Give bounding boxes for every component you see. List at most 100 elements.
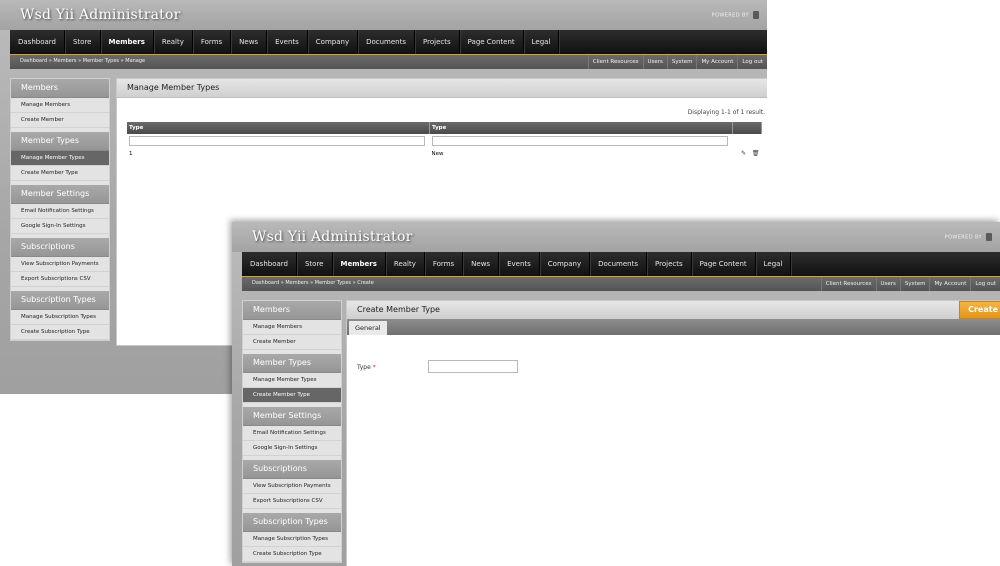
sidebar-item-google-sign-in-settings[interactable]: Google Sign-In Settings [243,441,341,456]
page-title: Create Member Type [347,301,1000,320]
column-header-id[interactable]: Type [127,122,430,134]
sidebar: Members Manage Members Create Member Mem… [10,78,110,341]
nav-projects[interactable]: Projects [647,252,692,276]
sidebar-item-create-member-type[interactable]: Create Member Type [243,388,341,403]
type-input[interactable] [428,360,518,373]
nav-store[interactable]: Store [297,252,333,276]
sidebar-item-email-notification-settings[interactable]: Email Notification Settings [11,204,109,219]
nav-events[interactable]: Events [499,252,540,276]
sidebar-heading-subscription-types: Subscription Types [11,291,109,310]
nav-documents[interactable]: Documents [358,30,416,54]
sidebar-heading-members: Members [243,301,341,320]
sidebar-item-manage-subscription-types[interactable]: Manage Subscription Types [243,532,341,547]
nav-legal[interactable]: Legal [756,252,792,276]
tab-general[interactable]: General [349,321,387,335]
link-users[interactable]: Users [875,277,900,291]
sidebar-item-manage-members[interactable]: Manage Members [11,98,109,113]
sidebar-item-view-subscription-payments[interactable]: View Subscription Payments [11,257,109,272]
sidebar-item-export-subscriptions-csv[interactable]: Export Subscriptions CSV [243,494,341,509]
filter-input-id[interactable] [129,135,425,146]
sidebar-item-create-member[interactable]: Create Member [243,335,341,350]
vendor-logo-icon [986,233,992,241]
nav-forms[interactable]: Forms [193,30,232,54]
nav-forms[interactable]: Forms [425,252,464,276]
nav-page-content[interactable]: Page Content [692,252,756,276]
sub-bar: Dashboard » Members » Member Types » Man… [10,55,767,69]
create-panel: Create Member Type Create General Type * [346,300,1000,566]
form-tabs: General [347,319,1000,335]
vendor-logo-icon [753,11,759,19]
member-types-grid: Type Type 1 New ✎ 🗑 [127,122,762,160]
sidebar-item-view-subscription-payments[interactable]: View Subscription Payments [243,479,341,494]
sidebar-heading-member-settings: Member Settings [243,407,341,426]
top-links: Client Resources Users System My Account… [820,277,1000,291]
nav-realty[interactable]: Realty [386,252,425,276]
link-users[interactable]: Users [642,55,667,69]
nav-page-content[interactable]: Page Content [460,30,524,54]
powered-by: POWERED BY [945,233,992,241]
app-title: Wsd Yii Administrator [252,229,413,245]
grid-summary: Displaying 1-1 of 1 result. [687,109,765,116]
app-header: Wsd Yii Administrator POWERED BY [0,0,767,30]
sidebar-item-manage-subscription-types[interactable]: Manage Subscription Types [11,310,109,325]
nav-news[interactable]: News [463,252,500,276]
create-member-type-window: Wsd Yii Administrator POWERED BY Dashboa… [232,222,1000,566]
powered-by: POWERED BY [712,11,759,19]
link-client-resources[interactable]: Client Resources [820,277,876,291]
sidebar-item-export-subscriptions-csv[interactable]: Export Subscriptions CSV [11,272,109,287]
nav-realty[interactable]: Realty [154,30,193,54]
powered-by-label: POWERED BY [711,12,749,19]
sidebar-heading-subscriptions: Subscriptions [11,238,109,257]
sidebar-item-google-sign-in-settings[interactable]: Google Sign-In Settings [11,219,109,234]
nav-news[interactable]: News [231,30,268,54]
edit-icon[interactable]: ✎ [741,150,746,157]
link-client-resources[interactable]: Client Resources [587,55,643,69]
breadcrumb[interactable]: Dashboard » Members » Member Types » Cre… [252,280,374,286]
powered-by-label: POWERED BY [944,234,982,241]
page-title: Manage Member Types [117,79,767,98]
nav-dashboard[interactable]: Dashboard [242,252,297,276]
sidebar-item-create-subscription-type[interactable]: Create Subscription Type [11,325,109,340]
column-header-type[interactable]: Type [429,122,733,134]
breadcrumb[interactable]: Dashboard » Members » Member Types » Man… [20,58,145,64]
nav-company[interactable]: Company [540,252,591,276]
nav-events[interactable]: Events [267,30,308,54]
sidebar-item-manage-members[interactable]: Manage Members [243,320,341,335]
main-nav: Dashboard Store Members Realty Forms New… [242,252,1000,277]
sidebar-heading-member-types: Member Types [11,132,109,151]
link-system[interactable]: System [899,277,930,291]
link-log-out[interactable]: Log out [737,55,767,69]
nav-store[interactable]: Store [65,30,101,54]
app-title: Wsd Yii Administrator [20,7,181,23]
nav-legal[interactable]: Legal [524,30,560,54]
link-my-account[interactable]: My Account [929,277,970,291]
filter-input-type[interactable] [431,135,728,146]
sidebar-heading-member-types: Member Types [243,354,341,373]
sidebar-heading-subscription-types: Subscription Types [243,513,341,532]
nav-members[interactable]: Members [101,30,154,54]
link-log-out[interactable]: Log out [970,277,1000,291]
table-row: 1 New ✎ 🗑 [127,147,762,160]
sidebar-heading-member-settings: Member Settings [11,185,109,204]
nav-dashboard[interactable]: Dashboard [10,30,65,54]
sidebar-item-email-notification-settings[interactable]: Email Notification Settings [243,426,341,441]
type-label-text: Type [357,364,371,371]
sidebar-item-manage-member-types[interactable]: Manage Member Types [11,151,109,166]
nav-members[interactable]: Members [333,252,386,276]
sidebar-item-manage-member-types[interactable]: Manage Member Types [243,373,341,388]
sidebar-heading-subscriptions: Subscriptions [243,460,341,479]
sidebar-item-create-member[interactable]: Create Member [11,113,109,128]
sub-bar: Dashboard » Members » Member Types » Cre… [242,277,1000,291]
sidebar-item-create-subscription-type[interactable]: Create Subscription Type [243,547,341,562]
create-button[interactable]: Create [959,301,1000,319]
link-system[interactable]: System [666,55,697,69]
app-header: Wsd Yii Administrator POWERED BY [232,222,1000,252]
nav-documents[interactable]: Documents [590,252,648,276]
nav-projects[interactable]: Projects [415,30,460,54]
sidebar-item-create-member-type[interactable]: Create Member Type [11,166,109,181]
delete-icon[interactable]: 🗑 [752,150,760,157]
link-my-account[interactable]: My Account [696,55,737,69]
column-header-actions [732,122,762,134]
required-mark: * [372,364,376,371]
nav-company[interactable]: Company [308,30,359,54]
